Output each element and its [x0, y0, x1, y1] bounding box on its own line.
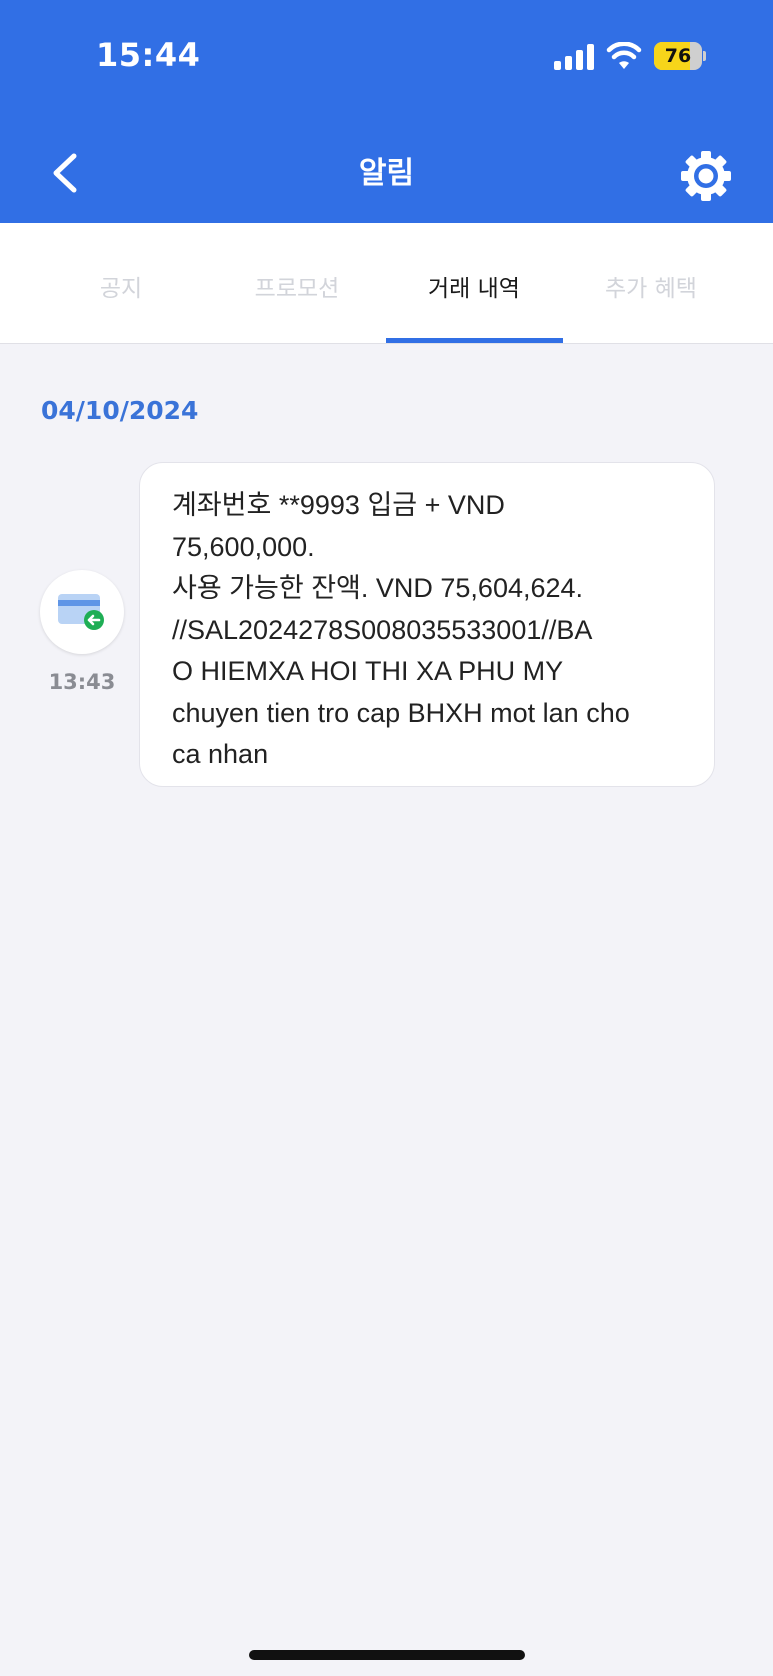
message-line: 75,600,000.	[172, 531, 315, 562]
transaction-message-bubble[interactable]: 계좌번호 **9993 입금 + VND 75,600,000. 사용 가능한 …	[139, 462, 715, 787]
wifi-icon	[606, 42, 642, 69]
active-tab-indicator	[386, 338, 563, 343]
battery-indicator: 76	[654, 42, 706, 70]
message-line: ca nhan	[172, 739, 269, 769]
gear-icon[interactable]	[678, 148, 734, 204]
message-line: O HIEMXA HOI THI XA PHU MY	[172, 656, 564, 686]
notification-tabs: 공지 프로모션 거래 내역 추가 혜택	[0, 223, 773, 344]
tab-transaction-history[interactable]: 거래 내역	[386, 269, 562, 303]
message-line: chuyen tien tro cap BHXH mot lan cho	[172, 697, 630, 728]
card-incoming-icon	[58, 594, 104, 630]
page-title: 알림	[358, 156, 415, 191]
battery-level: 76	[664, 45, 692, 67]
transaction-avatar	[40, 570, 124, 654]
home-indicator[interactable]	[249, 1650, 525, 1660]
cellular-signal-icon	[554, 44, 594, 70]
message-time: 13:43	[48, 670, 116, 694]
tab-notice[interactable]: 공지	[33, 269, 209, 303]
status-time: 15:44	[96, 36, 201, 74]
tab-extra-benefits[interactable]: 추가 혜택	[563, 269, 739, 303]
message-line: //SAL2024278S008035533001//BA	[172, 614, 593, 645]
message-line: 계좌번호 **9993 입금 + VND	[172, 490, 505, 520]
date-group-header: 04/10/2024	[41, 396, 199, 425]
tab-promotion[interactable]: 프로모션	[209, 269, 385, 303]
app-header: 15:44 76 알림	[0, 0, 773, 223]
message-body: 계좌번호 **9993 입금 + VND 75,600,000. 사용 가능한 …	[172, 485, 692, 776]
message-line: 사용 가능한 잔액. VND 75,604,624.	[172, 573, 584, 603]
